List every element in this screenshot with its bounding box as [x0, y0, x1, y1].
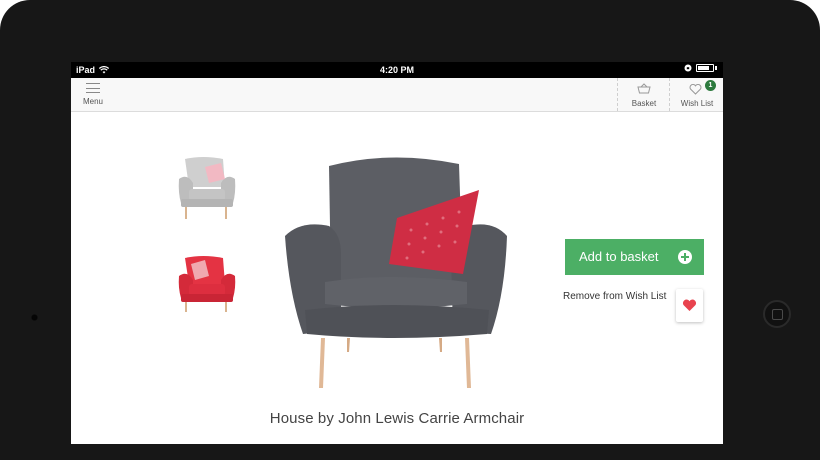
battery-icon [696, 64, 714, 72]
status-bar: iPad 4:20 PM [71, 62, 723, 78]
remove-from-wishlist-link[interactable]: Remove from Wish List [563, 291, 666, 302]
wishlist-toggle[interactable] [676, 289, 703, 322]
heart-outline-icon [689, 84, 702, 95]
basket-button[interactable]: Basket [617, 78, 670, 111]
wishlist-count-badge: 1 [705, 80, 716, 91]
basket-icon [637, 83, 651, 94]
product-title: House by John Lewis Carrie Armchair [269, 410, 525, 427]
top-navigation-bar: Menu Basket 1 Wish List [71, 78, 723, 112]
status-time: 4:20 PM [379, 65, 414, 75]
wishlist-button[interactable]: 1 Wish List [669, 78, 723, 111]
hamburger-icon [86, 83, 100, 93]
wishlist-label: Wish List [680, 99, 714, 108]
grey-chair-thumbnail[interactable] [175, 153, 239, 226]
menu-button[interactable]: Menu [77, 80, 109, 110]
camera-dot [31, 314, 38, 321]
add-to-basket-label: Add to basket [579, 249, 659, 264]
red-chair-thumbnail[interactable] [175, 252, 239, 319]
app-screen: iPad 4:20 PM Menu Basket 1 Wish List Add… [71, 62, 723, 444]
home-button[interactable] [763, 300, 791, 328]
menu-label: Menu [82, 97, 103, 106]
plus-circle-icon [678, 250, 692, 264]
heart-filled-icon [682, 299, 697, 311]
add-to-basket-button[interactable]: Add to basket [565, 239, 704, 275]
basket-label: Basket [631, 99, 657, 108]
rotation-lock-icon [684, 64, 692, 72]
main-product-image [281, 154, 511, 399]
